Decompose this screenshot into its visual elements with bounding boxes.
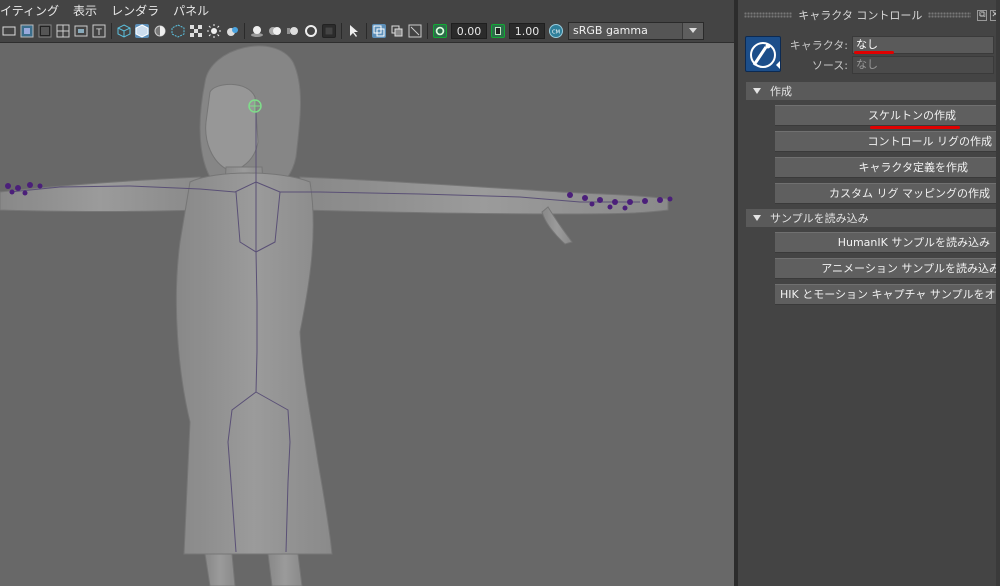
section-load-samples[interactable]: サンプルを読み込み [746,209,1000,227]
svg-text:CM: CM [552,30,560,36]
exposure-icon[interactable] [433,24,447,38]
annotation-underline [870,126,960,129]
aa-icon[interactable] [304,24,318,38]
create-skeleton-button[interactable]: スケルトンの作成 [775,105,1000,126]
light-icon[interactable] [207,24,221,38]
section-create[interactable]: 作成 [746,82,1000,100]
frame-icon[interactable] [20,24,34,38]
grid-icon[interactable] [56,24,70,38]
load-animation-sample-button[interactable]: アニメーション サンプルを読み込み [775,258,1000,279]
float-panel-icon[interactable]: ⧉ [977,9,988,21]
toolbar-separator [341,23,342,39]
gamma-field[interactable]: 1.00 [509,23,545,39]
checker-icon[interactable] [189,24,203,38]
ssao-icon[interactable] [268,24,282,38]
create-custom-rig-mapping-button[interactable]: カスタム リグ マッピングの作成 [775,183,1000,204]
toolbar-separator [427,23,428,39]
menu-renderer[interactable]: レンダラ [111,2,159,19]
load-hik-mocap-sample-button[interactable]: HIK とモーション キャプチャ サンプルをオンライ [775,284,1000,305]
toolbar-separator [366,23,367,39]
motion-blur-icon[interactable] [286,24,300,38]
svg-text:T: T [95,28,102,38]
viewport-menubar: イティング 表示 レンダラ パネル [0,0,734,20]
toolbar-separator [111,23,112,39]
xray-joints-icon[interactable] [171,24,185,38]
character-controls-panel: キャラクタ コントロール ⧉ ✕ キャラクタ: なし ソース: なし 作成 スケ… [738,0,1000,586]
create-character-definition-button[interactable]: キャラクタ定義を作成 [775,157,1000,178]
film-gate-icon[interactable] [38,24,52,38]
section-create-title: 作成 [770,85,792,98]
select-icon[interactable] [347,24,361,38]
toolbar-separator [244,23,245,39]
shadow-icon[interactable] [250,24,264,38]
smooth-shade-icon[interactable] [135,24,149,38]
viewport-scene[interactable] [0,42,734,586]
head-joint[interactable] [248,99,262,113]
text-icon[interactable]: T [92,24,106,38]
panel-title-bar[interactable]: キャラクタ コントロール ⧉ ✕ [738,0,1000,30]
view-transform-icon[interactable]: CM [549,24,563,38]
camera-attr-icon[interactable] [2,24,16,38]
section-load-samples-title: サンプルを読み込み [770,212,869,225]
annotation-underline [854,51,894,54]
chevron-down-icon [682,23,703,39]
drag-grip[interactable] [744,12,793,18]
panel-scroll-edge[interactable] [996,0,1000,586]
menu-panels[interactable]: パネル [173,2,209,19]
panel-title: キャラクタ コントロール [798,9,923,22]
color-space-value: sRGB gamma [573,24,648,37]
viewport-toolbar: T 0.00 1.00 CM sRGB gamma [0,20,734,43]
isolate-icon[interactable] [322,24,336,38]
resolution-gate-icon[interactable] [74,24,88,38]
menu-show[interactable]: 表示 [73,2,97,19]
gamma-icon[interactable] [491,24,505,38]
load-humanik-sample-button[interactable]: HumanIK サンプルを読み込み [775,232,1000,253]
color-space-dropdown[interactable]: sRGB gamma [568,22,704,40]
create-control-rig-button[interactable]: コントロール リグの作成 [775,131,1000,152]
collapse-triangle-icon [753,215,761,221]
viewport-panel[interactable]: イティング 表示 レンダラ パネル T 0.00 1.00 CM sRGB ga… [0,0,734,586]
source-label: ソース: [811,59,848,72]
character-label: キャラクタ: [789,39,848,52]
collapse-triangle-icon [753,88,761,94]
source-row: ソース: なし [738,56,994,74]
xray-icon[interactable] [372,24,386,38]
ambient-icon[interactable] [225,24,239,38]
source-field[interactable]: なし [852,56,994,74]
dof-icon[interactable] [390,24,404,38]
wireframe-icon[interactable] [117,24,131,38]
menu-lighting[interactable]: イティング [0,2,59,19]
drag-grip[interactable] [928,12,972,18]
character-mesh[interactable] [0,45,669,586]
shade-sel-icon[interactable] [153,24,167,38]
exposure-field[interactable]: 0.00 [451,23,487,39]
camera-cube-icon[interactable] [408,24,422,38]
